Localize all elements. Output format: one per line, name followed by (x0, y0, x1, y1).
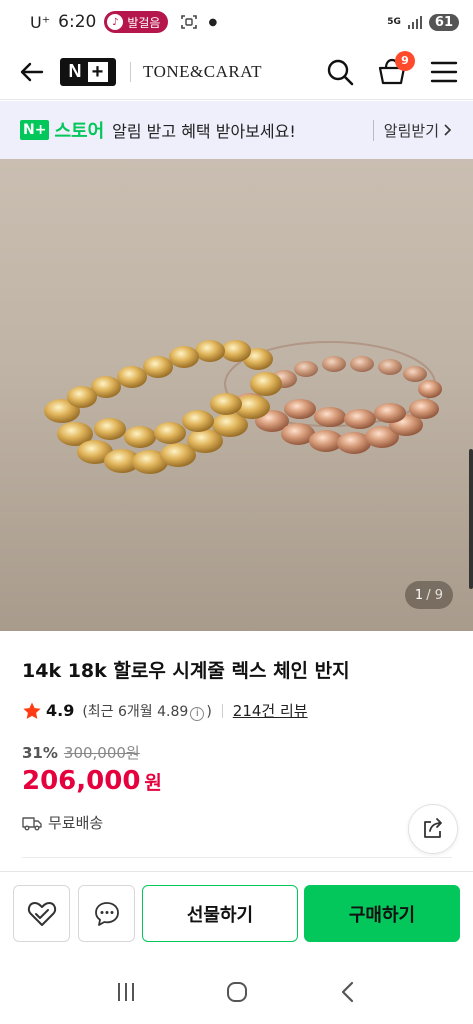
rating-row: 4.9 (최근 6개월 4.89 i) 214건 리뷰 (22, 700, 308, 721)
back-arrow-icon[interactable] (18, 58, 46, 86)
network-type: 5G (387, 16, 401, 27)
app-header: N + TONE&CARAT 9 (0, 44, 473, 100)
truck-icon (22, 816, 42, 830)
rating-score: 4.9 (46, 701, 75, 720)
cart-count-badge: 9 (395, 50, 415, 71)
store-logo-box: N+ (20, 120, 50, 140)
system-navigation-bar (0, 960, 473, 1024)
status-indicators: 5G 61 (387, 13, 459, 31)
activity-pill[interactable]: ♪ 발걸음 (104, 11, 169, 33)
header-actions: 9 (325, 50, 459, 87)
shipping-label: 무료배송 (48, 814, 104, 832)
gift-button[interactable]: 선물하기 (142, 885, 298, 942)
share-button[interactable] (408, 804, 458, 854)
share-icon (424, 818, 442, 838)
notification-dot-icon: ● (208, 16, 218, 28)
screenshot-icon (181, 15, 198, 29)
star-icon (23, 702, 41, 719)
notification-subscribe-button[interactable]: 알림받기 (372, 119, 453, 141)
store-logo-word: 스토어 (54, 121, 105, 142)
original-price: 300,000원 (63, 744, 140, 762)
image-counter-total: / 9 (426, 587, 443, 603)
product-photo (0, 159, 473, 631)
image-counter: 1 / 9 (404, 581, 453, 609)
purchase-action-bar: 선물하기 구매하기 (0, 871, 473, 955)
status-bar: U⁺ 6:20 ♪ 발걸음 ● 5G 61 (0, 0, 473, 44)
rating-period-close: ) (206, 703, 212, 720)
scroll-handle[interactable] (469, 449, 473, 589)
search-icon[interactable] (325, 57, 355, 87)
battery-indicator: 61 (428, 13, 459, 31)
sale-price-row: 206,000 원 (22, 766, 162, 796)
shipping-info: 무료배송 (22, 812, 103, 833)
recent-apps-icon[interactable] (112, 978, 140, 1006)
rating-period-note: (최근 6개월 4.89 i) (82, 701, 212, 721)
naver-plus-logo[interactable]: N + (60, 57, 116, 86)
menu-icon[interactable] (429, 57, 459, 87)
section-divider (22, 857, 452, 858)
chat-bubble-icon (94, 901, 119, 926)
image-counter-current: 1 (414, 587, 424, 603)
activity-pill-label: 발걸음 (127, 15, 161, 30)
discount-row: 31% 300,000원 (22, 742, 140, 763)
discount-rate: 31% (22, 744, 58, 762)
rating-divider (221, 703, 223, 718)
notification-subscribe-label: 알림받기 (383, 121, 439, 140)
buy-button[interactable]: 구매하기 (304, 885, 460, 942)
logo-plus: + (87, 61, 108, 82)
carrier-label: U⁺ (30, 12, 51, 32)
brand-name[interactable]: TONE&CARAT (130, 61, 262, 82)
status-time: 6:20 (58, 12, 97, 32)
product-title: 14k 18k 할로우 시계줄 렉스 체인 반지 (22, 660, 350, 682)
store-notification-banner[interactable]: N+ 스토어 알림 받고 혜택 받아보세요! 알림받기 (0, 101, 473, 159)
naver-plus-store-logo: N+ 스토어 (20, 117, 104, 143)
walking-icon: ♪ (107, 14, 124, 30)
sale-price: 206,000 (22, 766, 141, 796)
signal-icon (407, 16, 422, 29)
info-icon[interactable]: i (190, 706, 205, 721)
rating-period-text: (최근 6개월 4.89 (82, 703, 189, 720)
logo-letter: N (68, 61, 82, 81)
store-banner-message: 알림 받고 혜택 받아보세요! (112, 122, 296, 141)
review-count-link[interactable]: 214건 리뷰 (233, 700, 308, 721)
chevron-right-icon (444, 124, 452, 136)
sale-price-unit: 원 (144, 772, 162, 794)
wishlist-button[interactable] (13, 885, 70, 942)
home-icon[interactable] (223, 978, 251, 1006)
heart-check-icon (27, 901, 56, 926)
back-nav-icon[interactable] (334, 978, 362, 1006)
product-image-gallery[interactable]: 1 / 9 (0, 159, 473, 631)
cart-button[interactable]: 9 (377, 50, 415, 87)
talk-talk-button[interactable] (78, 885, 135, 942)
